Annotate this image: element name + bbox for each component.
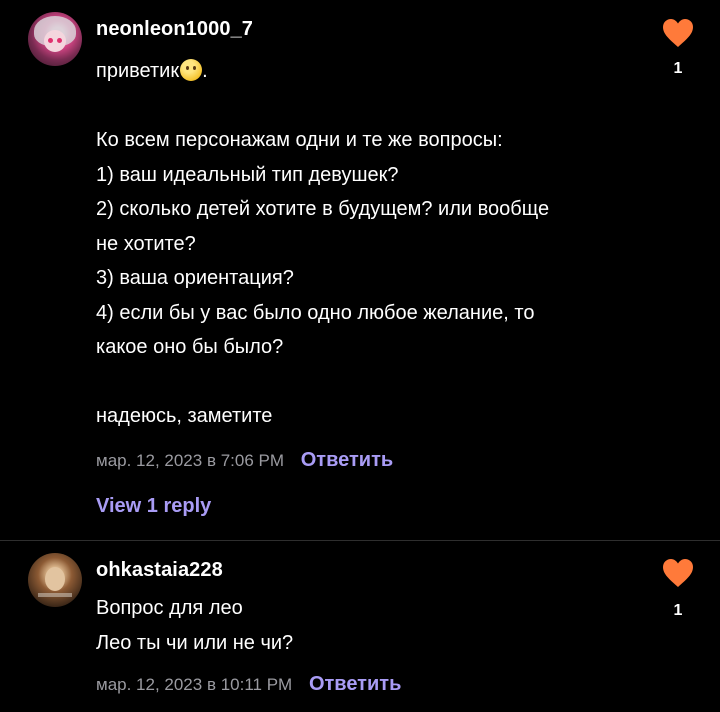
like-count: 1 [673,60,683,77]
avatar-face-shape [45,567,65,591]
view-replies-button[interactable]: View 1 reply [96,495,211,518]
heart-icon[interactable] [662,558,694,588]
like-count: 1 [673,602,683,619]
reply-button[interactable]: Ответить [309,673,401,695]
comment-username[interactable]: neonleon1000_7 [96,18,253,41]
comment-greeting-tail: . [202,60,208,82]
comment-timestamp: мар. 12, 2023 в 7:06 PM [96,451,285,470]
comment-timestamp: мар. 12, 2023 в 10:11 PM [96,675,293,694]
comment-meta: мар. 12, 2023 в 7:06 PM Ответить [96,449,393,472]
avatar-caption-shape [38,593,72,597]
avatar-eye-shape [48,38,53,43]
comment-meta: мар. 12, 2023 в 10:11 PM Ответить [96,673,401,696]
comment-text: приветик. Ко всем персонажам одни и те ж… [96,54,656,434]
comment-item: neonleon1000_7 приветик. Ко всем персона… [0,0,720,540]
avatar[interactable] [28,553,82,607]
heart-icon[interactable] [662,18,694,48]
comment-body: Вопрос для лео Лео ты чи или не чи? [96,597,294,654]
comment-greeting: приветик [96,60,180,82]
smiling-face-emoji-icon [180,59,203,81]
reply-button[interactable]: Ответить [301,449,393,471]
comment-body: Ко всем персонажам одни и те же вопросы:… [96,129,550,427]
comment-username[interactable]: ohkastaia228 [96,559,223,582]
comment-item: ohkastaia228 Вопрос для лео Лео ты чи ил… [0,541,720,712]
avatar-eye-shape [57,38,62,43]
avatar[interactable] [28,12,82,66]
